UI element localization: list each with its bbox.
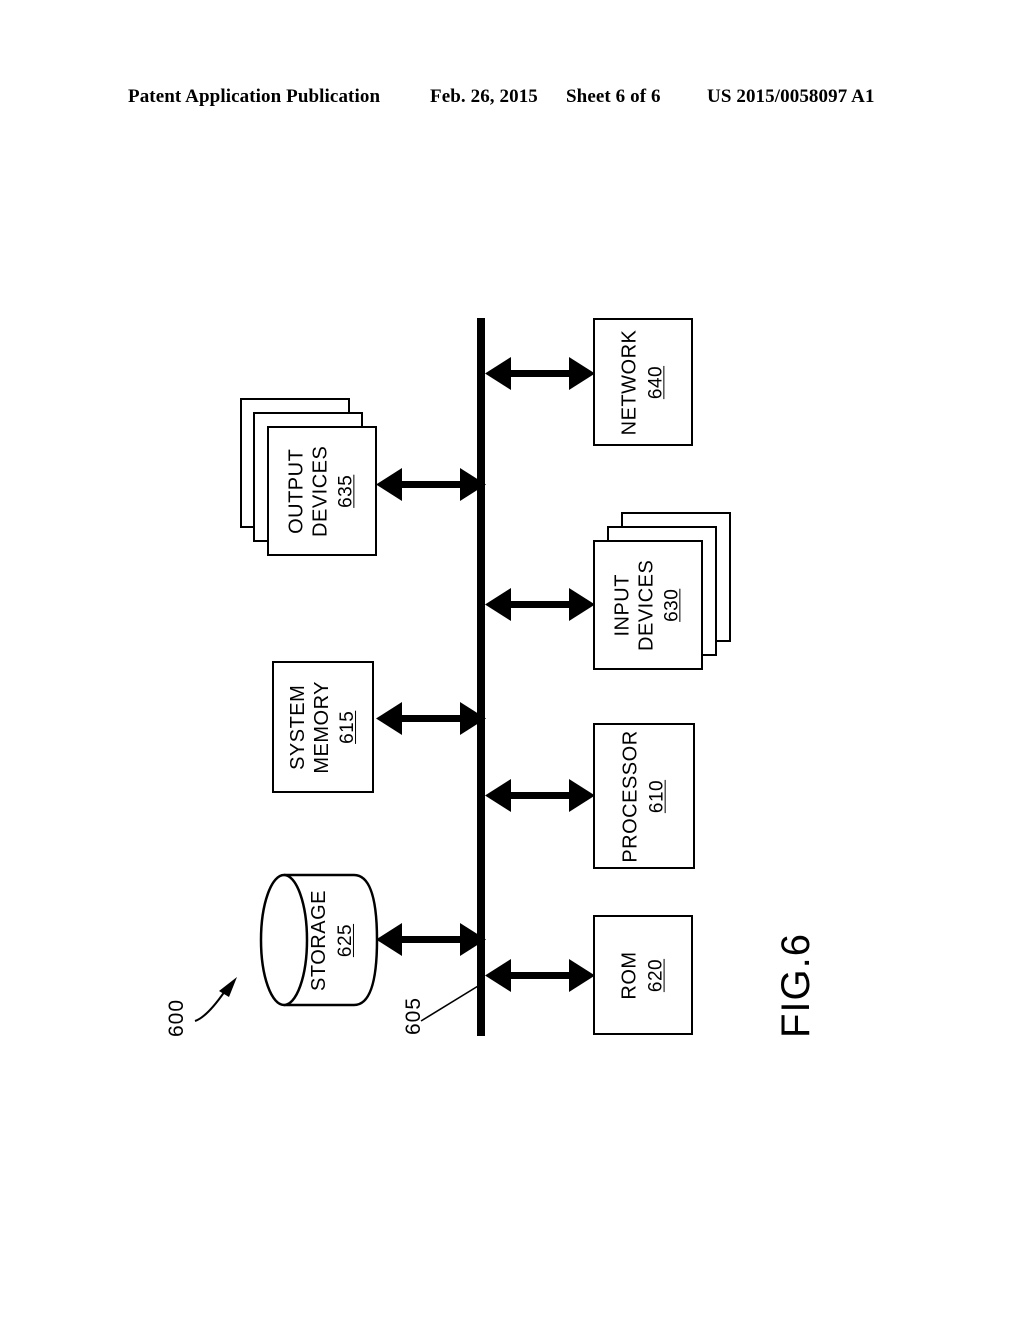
- block-output-devices-title-line2: DEVICES: [309, 445, 332, 537]
- block-network-title: NETWORK: [618, 329, 641, 435]
- block-system-memory-title-line2: MEMORY: [310, 680, 333, 774]
- block-input-devices-title-line2: DEVICES: [635, 559, 658, 651]
- block-rom-text: ROM 620: [618, 951, 667, 999]
- arrow-storage-bus: [376, 923, 486, 956]
- label-bus-605: 605: [402, 996, 426, 1036]
- block-rom[interactable]: ROM 620: [593, 915, 693, 1035]
- block-output-devices-ref: 635: [335, 474, 357, 508]
- block-output-devices[interactable]: OUTPUT DEVICES 635: [267, 426, 377, 556]
- arrow-output-devices-bus: [376, 468, 486, 501]
- block-processor[interactable]: PROCESSOR 610: [593, 723, 695, 869]
- block-network[interactable]: NETWORK 640: [593, 318, 693, 446]
- block-rom-title: ROM: [618, 950, 641, 1000]
- block-network-text: NETWORK 640: [619, 329, 668, 435]
- block-input-devices-title-line1: INPUT: [611, 573, 634, 637]
- block-input-devices-ref: 630: [661, 588, 683, 622]
- block-input-devices-text: INPUT DEVICES 630: [612, 559, 685, 650]
- label-system-600: 600: [165, 998, 189, 1038]
- block-system-memory-title-line1: SYSTEM: [286, 684, 309, 770]
- block-system-memory-ref: 615: [336, 710, 358, 744]
- block-processor-text: PROCESSOR 610: [620, 730, 669, 862]
- arrow-bus-network: [485, 357, 595, 390]
- block-storage-text: STORAGE 625: [258, 872, 380, 1008]
- arrow-bus-processor: [485, 779, 595, 812]
- arrow-bus-rom: [485, 959, 595, 992]
- block-output-devices-title-line1: OUTPUT: [285, 448, 308, 534]
- block-system-memory-text: SYSTEM MEMORY 615: [287, 681, 360, 774]
- block-output-devices-text: OUTPUT DEVICES 635: [286, 445, 359, 536]
- figure-caption: FIG.6: [717, 905, 877, 1065]
- block-processor-title: PROCESSOR: [619, 729, 642, 863]
- block-storage[interactable]: STORAGE 625: [258, 872, 380, 1008]
- block-input-devices[interactable]: INPUT DEVICES 630: [593, 540, 703, 670]
- arrow-system-memory-bus: [376, 702, 486, 735]
- block-rom-ref: 620: [645, 958, 667, 992]
- block-processor-ref: 610: [646, 779, 668, 813]
- block-storage-title: STORAGE: [307, 889, 330, 991]
- block-system-memory[interactable]: SYSTEM MEMORY 615: [272, 661, 374, 793]
- arrow-bus-input-devices: [485, 588, 595, 621]
- leader-line-system-600: [194, 977, 237, 1022]
- block-network-ref: 640: [645, 365, 667, 399]
- figure-6-diagram: NETWORK 640 OUTPUT DEVICES 635 INPUT DEV…: [0, 0, 1024, 1320]
- block-storage-ref: 625: [334, 923, 356, 957]
- leader-line-bus-605: [420, 982, 484, 1022]
- figure-caption-text: FIG.6: [774, 932, 819, 1038]
